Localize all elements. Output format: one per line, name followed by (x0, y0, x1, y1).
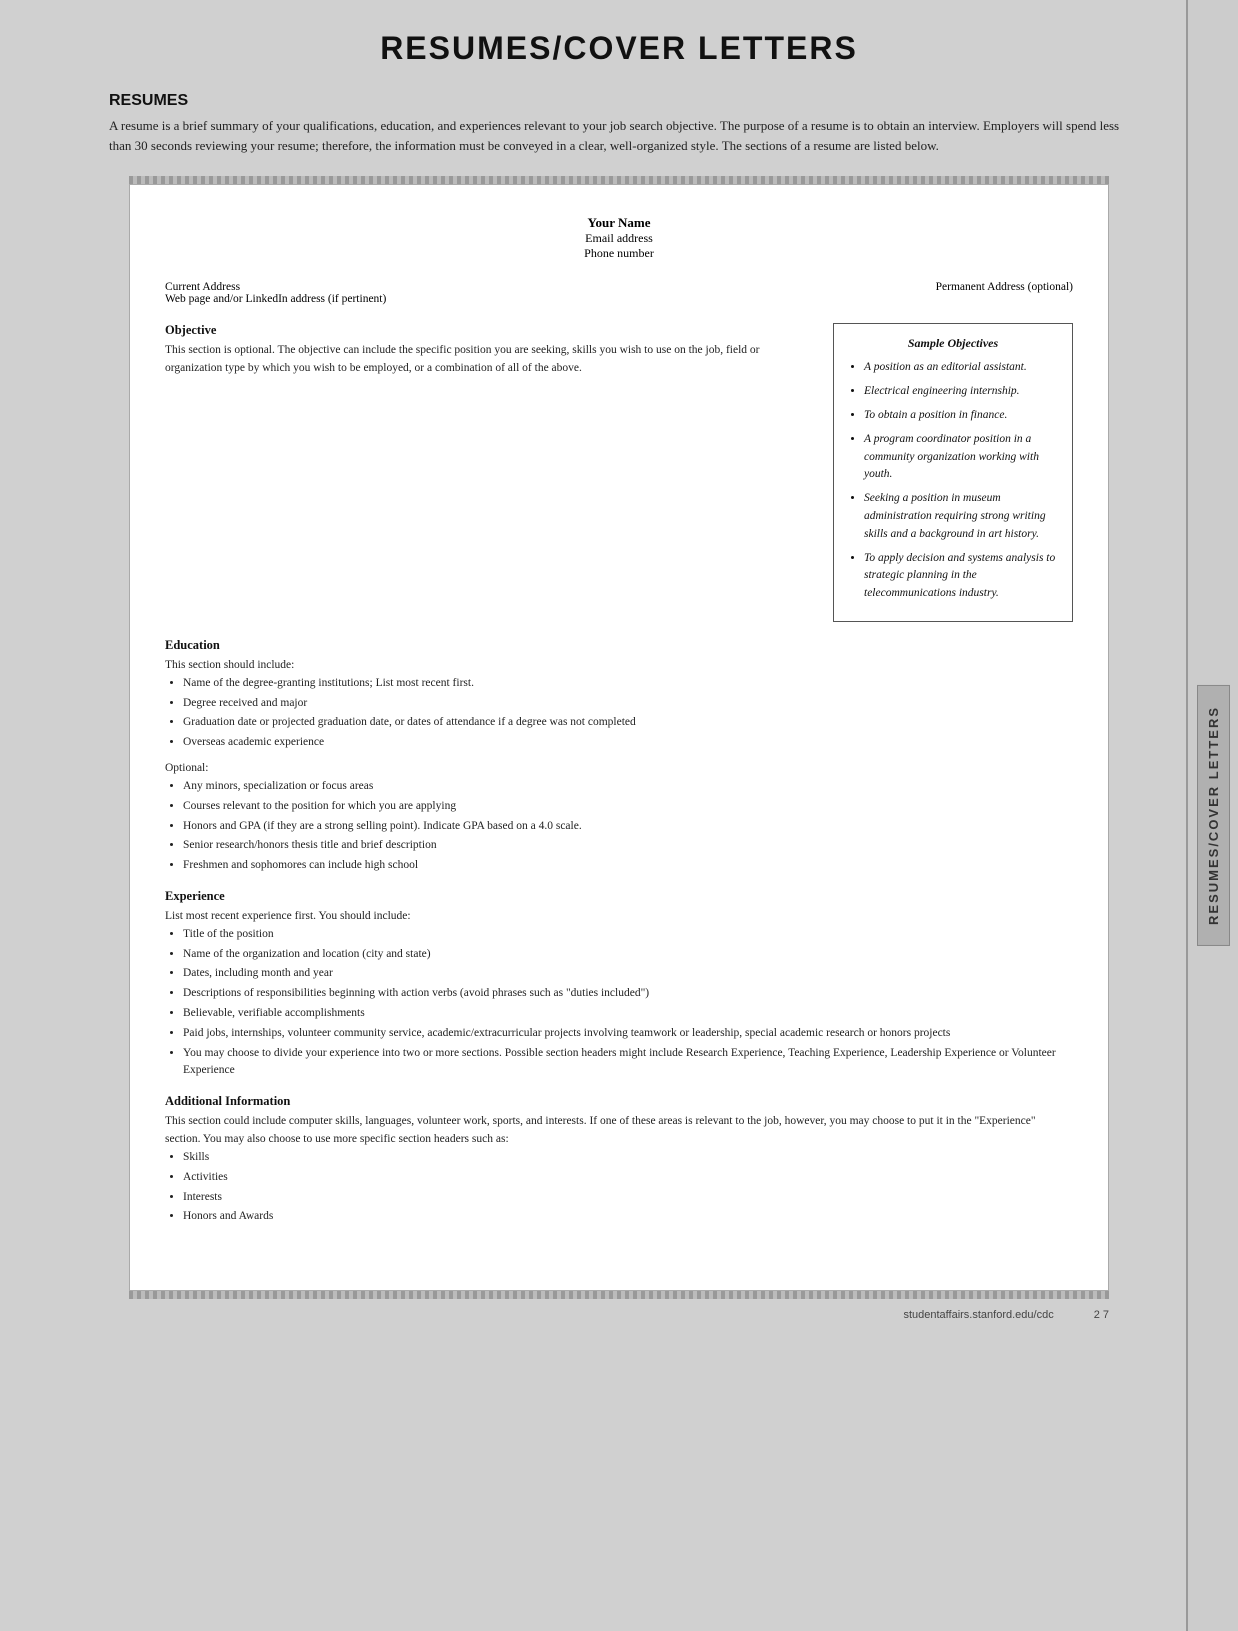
list-item: Freshmen and sophomores can include high… (183, 857, 1073, 875)
list-item: Honors and GPA (if they are a strong sel… (183, 818, 1073, 836)
experience-title: Experience (165, 889, 1073, 904)
list-item: Overseas academic experience (183, 734, 1073, 752)
side-tab: RESUMES/COVER LETTERS (1186, 0, 1238, 1631)
list-item: Senior research/honors thesis title and … (183, 837, 1073, 855)
main-content: RESUMES/COVER LETTERS RESUMES A resume i… (69, 0, 1169, 1357)
list-item: A program coordinator position in a comm… (864, 431, 1058, 484)
page-title: RESUMES/COVER LETTERS (109, 30, 1129, 67)
list-item: To apply decision and systems analysis t… (864, 550, 1058, 603)
experience-intro: List most recent experience first. You s… (165, 908, 1073, 926)
resumes-heading: RESUMES (109, 92, 1129, 110)
list-item: Name of the degree-granting institutions… (183, 675, 1073, 693)
list-item: To obtain a position in finance. (864, 407, 1058, 425)
list-item: Dates, including month and year (183, 965, 1073, 983)
objective-area: Objective This section is optional. The … (165, 323, 1073, 622)
list-item: Any minors, specialization or focus area… (183, 778, 1073, 796)
resume-name: Your Name (165, 215, 1073, 231)
document-area: Your Name Email address Phone number Cur… (129, 184, 1109, 1291)
list-item: Name of the organization and location (c… (183, 946, 1073, 964)
education-title: Education (165, 638, 1073, 653)
sample-objectives-list: A position as an editorial assistant. El… (848, 359, 1058, 603)
resume-header: Your Name Email address Phone number (165, 215, 1073, 261)
resumes-intro: A resume is a brief summary of your qual… (109, 116, 1129, 156)
side-tab-label: RESUMES/COVER LETTERS (1197, 685, 1230, 946)
current-address-sub: Web page and/or LinkedIn address (if per… (165, 293, 386, 305)
additional-info-text: This section could include computer skil… (165, 1113, 1073, 1149)
list-item: Degree received and major (183, 695, 1073, 713)
page-wrapper: RESUMES/COVER LETTERS RESUMES/COVER LETT… (0, 0, 1238, 1631)
objective-main: Objective This section is optional. The … (165, 323, 815, 622)
list-item: You may choose to divide your experience… (183, 1045, 1073, 1081)
list-item: Interests (183, 1189, 1073, 1207)
current-address-label: Current Address (165, 281, 386, 293)
education-section: Education This section should include: N… (165, 638, 1073, 875)
address-right: Permanent Address (optional) (936, 281, 1073, 305)
list-item: Descriptions of responsibilities beginni… (183, 985, 1073, 1003)
divider-top (129, 176, 1109, 184)
resume-phone: Phone number (165, 246, 1073, 261)
list-item: Honors and Awards (183, 1208, 1073, 1226)
additional-info-list: Skills Activities Interests Honors and A… (165, 1149, 1073, 1226)
sample-objectives-title: Sample Objectives (848, 336, 1058, 351)
experience-list: Title of the position Name of the organi… (165, 926, 1073, 1081)
additional-info-section: Additional Information This section coul… (165, 1094, 1073, 1226)
list-item: Title of the position (183, 926, 1073, 944)
list-item: A position as an editorial assistant. (864, 359, 1058, 377)
education-optional-list: Any minors, specialization or focus area… (165, 778, 1073, 875)
experience-section: Experience List most recent experience f… (165, 889, 1073, 1080)
permanent-address-label: Permanent Address (optional) (936, 281, 1073, 293)
address-left: Current Address Web page and/or LinkedIn… (165, 281, 386, 305)
list-item: Graduation date or projected graduation … (183, 714, 1073, 732)
page-footer: studentaffairs.stanford.edu/cdc 2 7 (129, 1299, 1109, 1327)
footer-url: studentaffairs.stanford.edu/cdc (903, 1309, 1053, 1321)
list-item: Electrical engineering internship. (864, 383, 1058, 401)
list-item: Activities (183, 1169, 1073, 1187)
list-item: Courses relevant to the position for whi… (183, 798, 1073, 816)
sample-objectives-box: Sample Objectives A position as an edito… (833, 323, 1073, 622)
objective-title: Objective (165, 323, 815, 338)
education-required-list: Name of the degree-granting institutions… (165, 675, 1073, 752)
list-item: Skills (183, 1149, 1073, 1167)
list-item: Seeking a position in museum administrat… (864, 490, 1058, 543)
list-item: Paid jobs, internships, volunteer commun… (183, 1025, 1073, 1043)
resume-email: Email address (165, 231, 1073, 246)
list-item: Believable, verifiable accomplishments (183, 1005, 1073, 1023)
footer-page: 2 7 (1094, 1309, 1109, 1321)
additional-info-title: Additional Information (165, 1094, 1073, 1109)
education-intro: This section should include: (165, 657, 1073, 675)
divider-bottom (129, 1291, 1109, 1299)
education-optional-label: Optional: (165, 760, 1073, 778)
address-row: Current Address Web page and/or LinkedIn… (165, 281, 1073, 305)
objective-text: This section is optional. The objective … (165, 342, 815, 378)
